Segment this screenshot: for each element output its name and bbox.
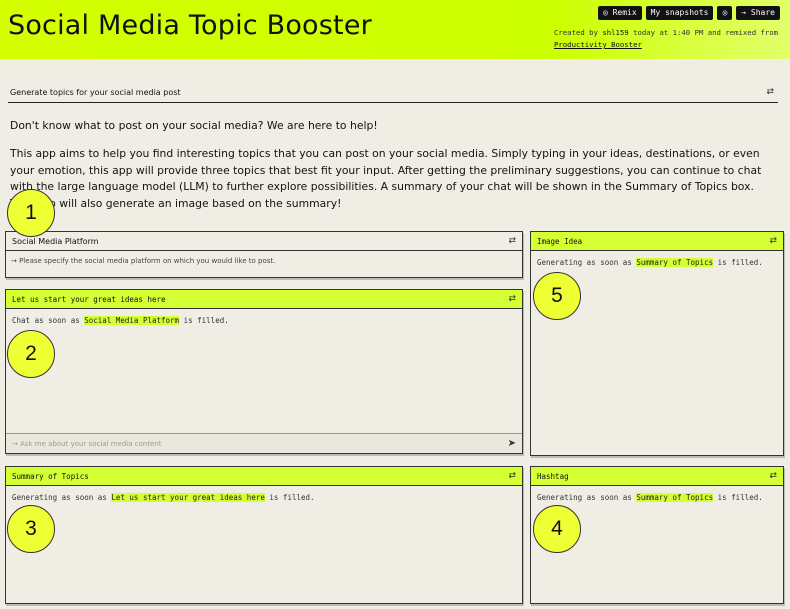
- image-status: Generating as soon as Summary of Topics …: [531, 251, 783, 274]
- panel-title: Let us start your great ideas here: [12, 294, 166, 304]
- my-snapshots-button[interactable]: My snapshots: [645, 6, 714, 20]
- sliders-icon[interactable]: ⇄: [766, 87, 774, 97]
- marker-5: 5: [533, 272, 581, 320]
- header-actions: ◎ Remix My snapshots ◎ → Share: [597, 6, 780, 20]
- sliders-icon[interactable]: ⇄: [769, 471, 777, 481]
- reference-link[interactable]: Let us start your great ideas here: [111, 493, 265, 502]
- summary-status: Generating as soon as Let us start your …: [6, 486, 522, 509]
- section-label: Generate topics for your social media po…: [10, 88, 181, 97]
- marker-2: 2: [7, 330, 55, 378]
- status-suffix: is filled.: [179, 316, 229, 325]
- sliders-icon[interactable]: ⇄: [769, 236, 777, 246]
- credit-mid: today at 1:40 PM and remixed from: [628, 28, 779, 37]
- panel-header: Let us start your great ideas here ⇄: [6, 290, 522, 309]
- marker-3: 3: [7, 505, 55, 553]
- panel-title: Social Media Platform: [12, 236, 99, 246]
- sliders-icon[interactable]: ⇄: [508, 294, 516, 304]
- credit-user: shl159: [602, 28, 629, 37]
- status-prefix: Generating as soon as: [12, 493, 112, 502]
- marker-4: 4: [533, 505, 581, 553]
- status-suffix: is filled.: [713, 493, 763, 502]
- platform-input[interactable]: → Please specify the social media platfo…: [6, 251, 522, 271]
- intro-text: Don't know what to post on your social m…: [10, 119, 378, 132]
- status-prefix: Generating as soon as: [537, 258, 637, 267]
- chat-input[interactable]: → Ask me about your social media content…: [6, 433, 522, 453]
- panel-title: Image Idea: [537, 236, 583, 246]
- camera-button[interactable]: ◎: [717, 6, 733, 20]
- source-app-link[interactable]: Productivity Booster: [554, 40, 642, 49]
- status-prefix: Generating as soon as: [537, 493, 637, 502]
- reference-link[interactable]: Social Media Platform: [84, 316, 180, 325]
- section-header: Generate topics for your social media po…: [8, 85, 778, 103]
- marker-1: 1: [7, 189, 55, 237]
- sliders-icon[interactable]: ⇄: [508, 236, 516, 246]
- chat-input-placeholder: → Ask me about your social media content: [12, 439, 162, 448]
- reference-link[interactable]: Summary of Topics: [636, 258, 714, 267]
- chat-panel: Let us start your great ideas here ⇄ Cha…: [5, 289, 523, 454]
- hashtag-status: Generating as soon as Summary of Topics …: [531, 486, 783, 509]
- status-suffix: is filled.: [713, 258, 763, 267]
- panel-header: Social Media Platform ⇄: [6, 232, 522, 251]
- description-text: This app aims to help you find interesti…: [10, 147, 762, 210]
- chat-status: Chat as soon as Social Media Platform is…: [6, 309, 522, 332]
- status-prefix: Chat as soon as: [12, 316, 85, 325]
- summary-panel: Summary of Topics ⇄ Generating as soon a…: [5, 466, 523, 604]
- reference-link[interactable]: Summary of Topics: [636, 493, 714, 502]
- panel-header: Image Idea ⇄: [531, 232, 783, 251]
- panel-title: Hashtag: [537, 471, 569, 481]
- share-button[interactable]: → Share: [736, 6, 780, 20]
- panel-header: Summary of Topics ⇄: [6, 467, 522, 486]
- remix-button[interactable]: ◎ Remix: [597, 6, 642, 20]
- panel-title: Summary of Topics: [12, 471, 89, 481]
- social-media-platform-panel: Social Media Platform ⇄ → Please specify…: [5, 231, 523, 278]
- app-header: Social Media Topic Booster ◎ Remix My sn…: [0, 0, 790, 59]
- image-idea-panel: Image Idea ⇄ Generating as soon as Summa…: [530, 231, 784, 456]
- sliders-icon[interactable]: ⇄: [508, 471, 516, 481]
- send-icon[interactable]: ➤: [508, 438, 516, 449]
- credit-prefix: Created by: [554, 28, 603, 37]
- panel-header: Hashtag ⇄: [531, 467, 783, 486]
- status-suffix: is filled.: [264, 493, 315, 502]
- credit-text: Created by shl159 today at 1:40 PM and r…: [554, 27, 784, 51]
- app-title: Social Media Topic Booster: [8, 10, 372, 41]
